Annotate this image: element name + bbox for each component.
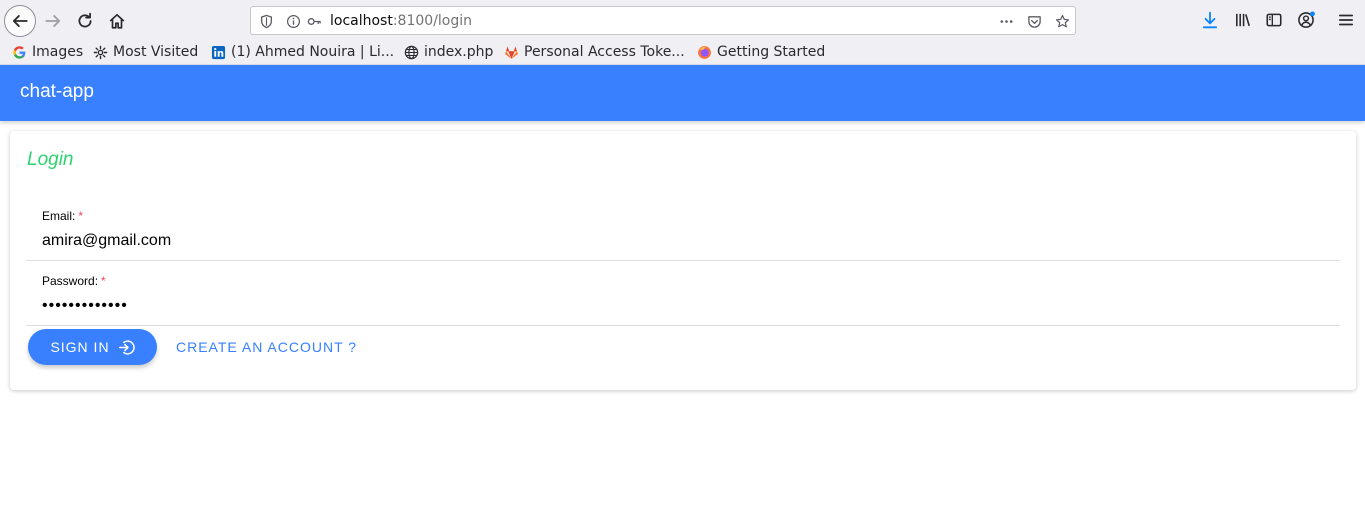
email-item: Email: * <box>26 197 1340 261</box>
bookmark-index-php[interactable]: index.php <box>404 42 493 62</box>
bookmark-gitlab[interactable]: Personal Access Toke... <box>504 42 685 62</box>
menu-icon[interactable] <box>1336 10 1356 30</box>
url-bar[interactable]: localhost:8100/login <box>250 6 1076 35</box>
log-in-icon <box>118 339 135 356</box>
star-icon[interactable] <box>1053 12 1071 30</box>
app-title: chat-app <box>20 81 94 102</box>
bookmarks-bar: Images Most Visited (1) Ahmed Nouira | L… <box>0 41 1365 65</box>
reload-button[interactable] <box>70 6 100 36</box>
password-label: Password: * <box>42 274 106 288</box>
google-icon <box>12 45 27 60</box>
bookmark-label: Images <box>32 44 84 60</box>
sign-in-button[interactable]: SIGN IN <box>28 329 157 365</box>
url-host: localhost <box>330 13 393 29</box>
forward-button[interactable] <box>38 6 68 36</box>
reload-icon <box>78 12 92 28</box>
home-icon <box>109 13 125 29</box>
shield-icon[interactable] <box>257 12 275 30</box>
bookmark-most-visited[interactable]: Most Visited <box>93 42 198 62</box>
account-icon[interactable] <box>1296 10 1316 30</box>
back-button[interactable] <box>4 5 36 37</box>
arrow-left-icon <box>12 15 28 27</box>
bookmark-label: Most Visited <box>113 44 199 60</box>
more-actions-icon[interactable] <box>997 12 1015 30</box>
firefox-icon <box>697 45 712 60</box>
info-icon[interactable] <box>284 12 302 30</box>
gitlab-icon <box>504 45 519 60</box>
bookmark-label: Personal Access Toke... <box>524 44 685 60</box>
key-icon[interactable] <box>305 12 323 30</box>
create-account-button[interactable]: CREATE AN ACCOUNT ? <box>176 339 357 355</box>
bookmark-label: index.php <box>424 44 494 60</box>
password-item: Password: * <box>26 262 1340 326</box>
bookmark-linkedin[interactable]: (1) Ahmed Nouira | Li... <box>211 42 394 62</box>
login-card: Login Email:* Password:* SIGN IN CREATE … <box>10 131 1356 390</box>
linkedin-icon <box>211 45 226 60</box>
email-label-text: Email: <box>42 209 76 223</box>
globe-icon <box>404 45 419 60</box>
app-header: chat-app <box>0 65 1365 121</box>
pocket-icon[interactable] <box>1025 12 1043 30</box>
email-field[interactable] <box>42 230 1142 252</box>
required-mark: * <box>101 274 106 288</box>
home-button[interactable] <box>102 6 132 36</box>
bookmark-getting-started[interactable]: Getting Started <box>697 42 825 62</box>
browser-toolbar: localhost:8100/login <box>0 0 1365 41</box>
bookmark-label: (1) Ahmed Nouira | Li... <box>231 44 395 60</box>
sidebar-icon[interactable] <box>1264 10 1284 30</box>
bookmark-label: Getting Started <box>717 44 826 60</box>
password-label-text: Password: <box>42 274 99 288</box>
bookmark-images[interactable]: Images <box>12 42 83 62</box>
login-title: Login <box>27 149 74 170</box>
url-text[interactable]: localhost:8100/login <box>330 13 472 29</box>
required-mark: * <box>78 209 84 223</box>
gear-icon <box>93 45 108 60</box>
arrow-right-icon <box>45 15 61 27</box>
email-label: Email: * <box>42 209 83 223</box>
download-icon[interactable] <box>1200 10 1220 30</box>
url-path: :8100/login <box>392 13 473 29</box>
sign-in-label: SIGN IN <box>50 339 110 355</box>
library-icon[interactable] <box>1233 10 1253 30</box>
password-field[interactable] <box>42 295 1142 317</box>
